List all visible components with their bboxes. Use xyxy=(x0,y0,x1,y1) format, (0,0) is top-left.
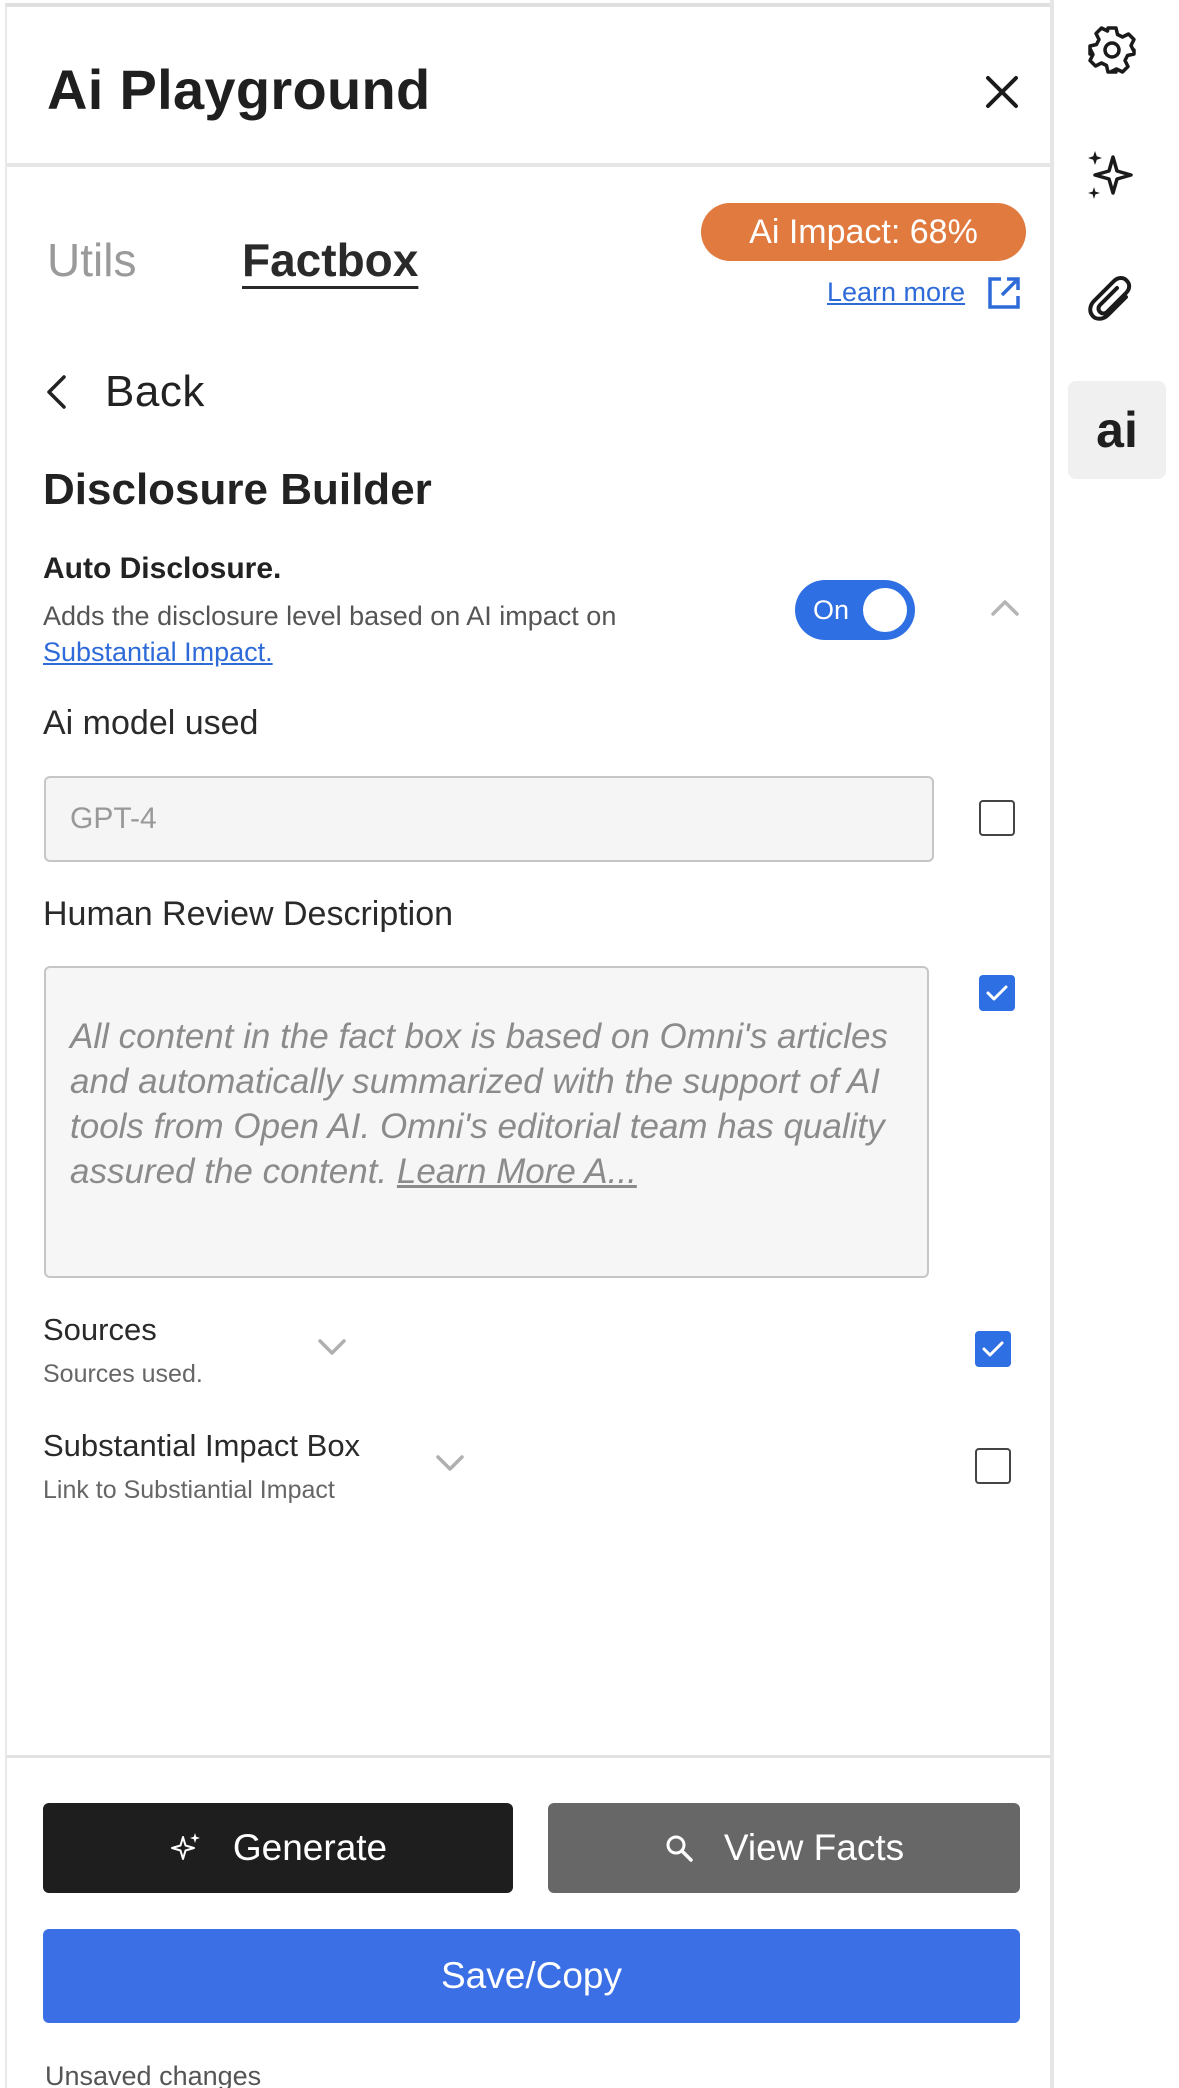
save-copy-button[interactable]: Save/Copy xyxy=(43,1929,1020,2023)
sparkle-icon xyxy=(1088,151,1133,199)
ai-model-label: Ai model used xyxy=(43,704,259,742)
ai-impact-badge: Ai Impact: 68% xyxy=(701,203,1026,261)
panel-header: Ai Playground xyxy=(7,7,1050,167)
chevron-up-icon[interactable] xyxy=(985,592,1025,622)
attachment-button[interactable] xyxy=(1084,273,1140,329)
generate-button[interactable]: Generate xyxy=(43,1803,513,1893)
auto-disclosure-toggle[interactable]: On xyxy=(795,580,915,640)
impact-box-title: Substantial Impact Box xyxy=(43,1428,361,1463)
chevron-left-icon xyxy=(47,375,66,409)
generate-label: Generate xyxy=(232,1827,388,1868)
tab-utils[interactable]: Utils xyxy=(47,233,136,287)
toggle-label: On xyxy=(813,594,850,625)
impact-box-subtitle: Link to Substiantial Impact xyxy=(43,1476,335,1504)
close-button[interactable] xyxy=(967,57,1037,127)
gear-icon xyxy=(1088,26,1136,74)
ai-model-checkbox[interactable] xyxy=(979,800,1015,836)
back-label: Back xyxy=(105,367,205,416)
learn-more-ai-link: Learn More A... xyxy=(396,1152,637,1191)
auto-disclosure-description: Adds the disclosure level based on AI im… xyxy=(43,601,617,631)
disclosure-builder-title: Disclosure Builder xyxy=(43,465,432,514)
sparkle-icon xyxy=(170,1833,200,1860)
human-review-label: Human Review Description xyxy=(43,895,454,933)
save-copy-label: Save/Copy xyxy=(441,1955,622,1996)
impact-box-chevron-down-icon[interactable] xyxy=(433,1451,467,1475)
impact-box-checkbox[interactable] xyxy=(975,1448,1011,1484)
tab-factbox[interactable]: Factbox xyxy=(242,233,418,287)
search-icon xyxy=(666,1835,693,1862)
ai-assist-button[interactable] xyxy=(1084,148,1140,204)
footer-divider xyxy=(7,1755,1050,1758)
external-link-icon[interactable] xyxy=(985,274,1023,312)
sources-chevron-down-icon[interactable] xyxy=(315,1335,349,1359)
substantial-impact-link[interactable]: Substantial Impact. xyxy=(43,637,273,668)
sources-checkbox[interactable] xyxy=(975,1331,1011,1367)
human-review-textarea[interactable]: All content in the fact box is based on … xyxy=(44,966,929,1278)
auto-disclosure-title: Auto Disclosure. xyxy=(43,552,282,585)
checkmark-icon xyxy=(986,985,1008,1001)
ai-model-input[interactable] xyxy=(44,776,934,862)
back-button[interactable]: Back xyxy=(45,367,205,417)
learn-more-link[interactable]: Learn more xyxy=(827,277,965,308)
human-review-checkbox[interactable] xyxy=(979,975,1015,1011)
view-facts-button[interactable]: View Facts xyxy=(548,1803,1020,1893)
settings-button[interactable] xyxy=(1084,22,1140,78)
sources-title: Sources xyxy=(43,1312,157,1347)
right-rail: ai xyxy=(1054,0,1179,2088)
ai-playground-panel: Ai Playground Utils Factbox Ai Impact: 6… xyxy=(5,3,1050,2088)
ai-playground-button[interactable]: ai xyxy=(1068,381,1166,479)
app-title: Ai Playground xyxy=(47,58,431,121)
checkmark-icon xyxy=(982,1341,1004,1357)
view-facts-label: View Facts xyxy=(723,1827,905,1868)
unsaved-status: Unsaved changes xyxy=(45,2061,262,2088)
paperclip-icon xyxy=(1088,276,1132,321)
sources-subtitle: Sources used. xyxy=(43,1360,203,1388)
toggle-knob xyxy=(863,588,907,632)
close-icon xyxy=(986,76,1018,108)
